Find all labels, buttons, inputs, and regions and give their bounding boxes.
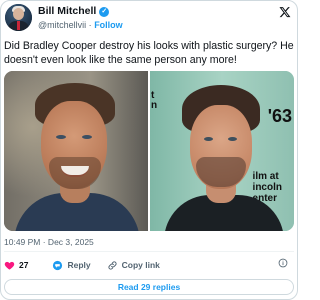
author-name-row: Bill Mitchell ✓ [38,5,110,18]
heart-icon [4,261,15,270]
author-handle[interactable]: @mitchellvii [38,20,86,30]
tweet-actions: 27 Reply Copy link [4,258,294,272]
tweet-card: Bill Mitchell ✓ @mitchellvii · Follow Di… [0,0,298,300]
verified-badge-icon: ✓ [99,6,110,17]
reply-bubble-icon [53,260,63,270]
photo-backdrop-text-number: '63 [267,106,292,126]
tweet-timestamp[interactable]: 10:49 PM · Dec 3, 2025 [4,237,94,248]
photo-backdrop-text-top: t n [151,90,158,111]
reply-button[interactable]: Reply [52,260,91,271]
tweet-header: Bill Mitchell ✓ @mitchellvii · Follow [5,4,295,32]
x-logo-icon[interactable] [279,6,291,18]
author-name[interactable]: Bill Mitchell [38,5,96,18]
copy-link-label: Copy link [121,260,160,270]
photo-left[interactable] [4,71,148,231]
separator-dot: · [88,20,92,30]
copy-link-button[interactable]: Copy link [107,260,160,271]
info-icon[interactable] [278,258,288,268]
like-button[interactable]: 27 [4,260,28,271]
reply-label: Reply [67,260,91,270]
author-avatar[interactable] [5,4,32,31]
read-replies-button[interactable]: Read 29 replies [4,279,294,295]
tweet-media[interactable]: t n '63 ilm at incoln enter [4,71,294,231]
divider [4,251,294,252]
follow-button[interactable]: Follow [94,20,123,30]
photo-right[interactable]: t n '63 ilm at incoln enter [150,71,294,231]
tweet-text: Did Bradley Cooper destroy his looks wit… [4,40,294,66]
author-handle-row: @mitchellvii · Follow [38,19,123,31]
like-count: 27 [19,260,29,270]
link-icon [108,260,117,270]
